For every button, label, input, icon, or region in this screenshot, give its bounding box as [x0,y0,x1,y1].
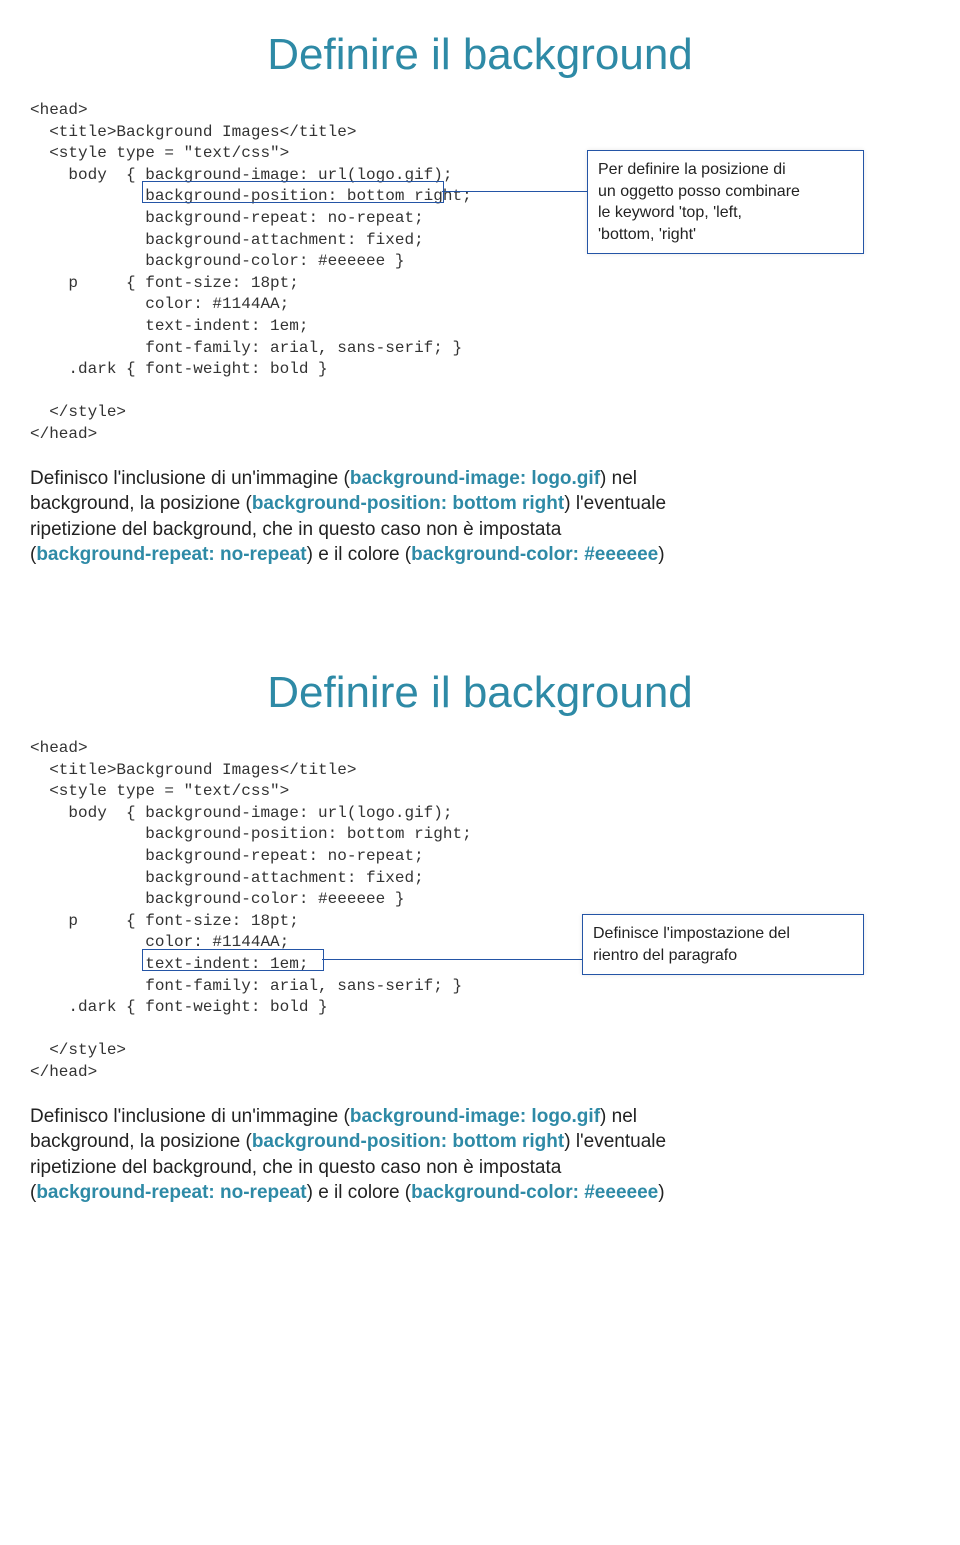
slide-gap [0,608,960,638]
description-2: Definisco l'inclusione di un'immagine (b… [30,1104,930,1207]
callout-box-1: Per definire la posizione di un oggetto … [587,150,864,254]
callout-arrow-2 [322,959,582,960]
callout-text-2: Definisce l'impostazione del rientro del… [593,925,790,964]
slide-2: Definire il background <head> <title>Bac… [0,638,960,1246]
desc1-end: ) [658,544,664,565]
desc2-kw3: background-repeat: no-repeat [36,1182,306,1203]
desc2-m3: ) e il colore ( [307,1182,412,1203]
slide2-content: <head> <title>Background Images</title> … [30,738,930,1084]
highlight-box-1 [142,181,444,203]
slide-title-2: Definire il background [30,668,930,718]
callout-box-2: Definisce l'impostazione del rientro del… [582,914,864,975]
slide-1: Definire il background <head> <title>Bac… [0,0,960,608]
slide-title: Definire il background [30,30,930,80]
desc2-end: ) [658,1182,664,1203]
callout-text-1: Per definire la posizione di un oggetto … [598,161,800,243]
description-1: Definisco l'inclusione di un'immagine (b… [30,466,930,569]
desc1-kw2: background-position: bottom right [252,493,564,514]
desc2-kw1: background-image: logo.gif [350,1106,600,1127]
slide1-content: <head> <title>Background Images</title> … [30,100,930,446]
desc2-kw4: background-color: #eeeeee [411,1182,658,1203]
desc1-kw4: background-color: #eeeeee [411,544,658,565]
callout-arrow-1 [442,191,587,192]
desc1-kw3: background-repeat: no-repeat [36,544,306,565]
desc1-m3: ) e il colore ( [307,544,412,565]
desc1-kw1: background-image: logo.gif [350,468,600,489]
highlight-box-2 [142,949,324,971]
desc2-pre: Definisco l'inclusione di un'immagine ( [30,1106,350,1127]
desc2-kw2: background-position: bottom right [252,1131,564,1152]
code-block-2: <head> <title>Background Images</title> … [30,738,930,1084]
desc1-pre: Definisco l'inclusione di un'immagine ( [30,468,350,489]
